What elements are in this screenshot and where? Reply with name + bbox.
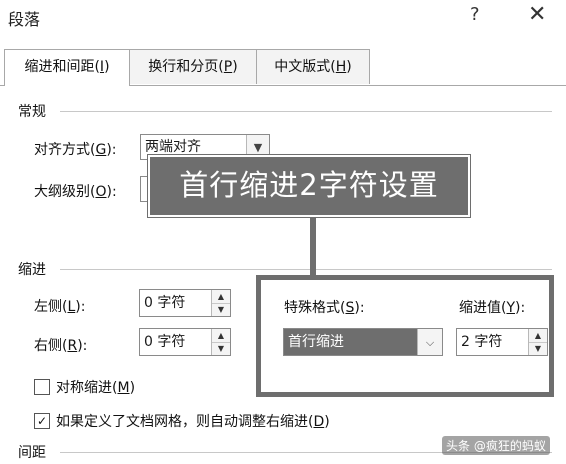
spinner-buttons: ▲ ▼ <box>211 329 230 355</box>
outline-accesskey: O <box>95 184 107 200</box>
mirror-accesskey: M <box>117 380 130 396</box>
mirror-label-text: 对称缩进( <box>56 380 118 396</box>
right-indent-label: 右侧(R): <box>34 335 87 355</box>
tab-label: 中文版式( <box>274 59 336 75</box>
left-label-suffix: ): <box>75 299 86 315</box>
left-indent-label: 左侧(L): <box>34 296 85 316</box>
spinner-buttons: ▲ ▼ <box>211 290 230 316</box>
outline-label-text: 大纲级别( <box>34 184 96 200</box>
dialog-title: 段落 <box>8 10 41 29</box>
indentation-heading: 缩进 <box>18 262 46 278</box>
indentation-divider <box>60 269 552 270</box>
outline-level-label: 大纲级别(O): <box>34 181 117 201</box>
general-divider <box>60 111 552 112</box>
close-button[interactable]: ✕ <box>528 2 546 27</box>
alignment-label: 对齐方式(G): <box>34 139 117 159</box>
right-indent-spinner[interactable]: 0 字符 ▲ ▼ <box>139 328 231 356</box>
grid-label-text: 如果定义了文档网格，则自动调整右缩进( <box>56 414 314 430</box>
spin-down-icon[interactable]: ▼ <box>212 342 230 355</box>
right-indent-value: 0 字符 <box>144 334 186 350</box>
spacing-heading: 间距 <box>18 445 46 461</box>
tab-label: 换行和分页( <box>148 59 224 75</box>
tab-indents-and-spacing[interactable]: 缩进和间距(I) <box>4 49 130 86</box>
title-bar: 段落 ? ✕ <box>0 0 566 36</box>
grid-accesskey: D <box>313 414 325 430</box>
right-accesskey: R <box>67 338 78 354</box>
paragraph-dialog: 段落 ? ✕ 缩进和间距(I) 换行和分页(P) 中文版式(H) 常规 对齐方式… <box>0 0 566 464</box>
spin-up-icon[interactable]: ▲ <box>212 329 230 343</box>
auto-adjust-right-indent-label: 如果定义了文档网格，则自动调整右缩进(D) <box>56 411 330 431</box>
tab-asian-typography[interactable]: 中文版式(H) <box>256 49 370 84</box>
highlight-frame <box>256 275 554 397</box>
tab-line-and-page-breaks[interactable]: 换行和分页(P) <box>129 49 257 84</box>
annotation-callout: 首行缩进2字符设置 <box>148 155 470 217</box>
tab-accesskey: H <box>335 59 347 75</box>
spin-down-icon[interactable]: ▼ <box>212 303 230 316</box>
checkmark-icon: ✓ <box>36 414 48 428</box>
tab-accesskey: P <box>223 59 233 75</box>
alignment-label-suffix: ): <box>106 142 117 158</box>
right-label-text: 右侧( <box>34 338 68 354</box>
help-button[interactable]: ? <box>470 4 480 25</box>
outline-label-suffix: ): <box>106 184 117 200</box>
left-indent-value: 0 字符 <box>144 295 186 311</box>
mirror-indents-checkbox[interactable] <box>34 379 50 395</box>
general-heading: 常规 <box>18 104 46 120</box>
spin-up-icon[interactable]: ▲ <box>212 290 230 304</box>
mirror-label-suffix: ) <box>129 380 136 396</box>
callout-connector <box>310 217 316 275</box>
mirror-indents-label: 对称缩进(M) <box>56 377 135 397</box>
tab-label-suffix: ) <box>232 59 238 75</box>
left-label-text: 左侧( <box>34 299 68 315</box>
auto-adjust-right-indent-checkbox[interactable]: ✓ <box>34 413 50 429</box>
tab-label-suffix: ) <box>346 59 352 75</box>
alignment-value: 两端对齐 <box>145 139 201 155</box>
alignment-label-text: 对齐方式( <box>34 142 96 158</box>
watermark: 头条 @疯狂的蚂蚁 <box>442 436 550 455</box>
tab-bar: 缩进和间距(I) 换行和分页(P) 中文版式(H) <box>0 49 566 86</box>
left-indent-spinner[interactable]: 0 字符 ▲ ▼ <box>139 289 231 317</box>
alignment-accesskey: G <box>95 142 107 158</box>
grid-label-suffix: ) <box>324 414 330 430</box>
tab-label: 缩进和间距( <box>24 59 100 75</box>
right-label-suffix: ): <box>77 338 88 354</box>
tab-label-suffix: ) <box>104 59 110 75</box>
